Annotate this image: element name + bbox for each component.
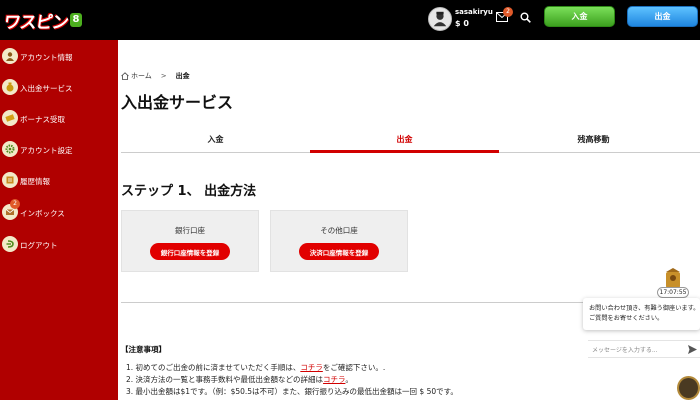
sidebar-item-account-info[interactable]: アカウント情報 [0,46,118,68]
sidebar-item-label: インボックス [20,209,65,218]
top-bar: ワスピン 8 sasakiryu $ 0 2 入金 出金 [0,0,700,40]
mail-count-badge: 2 [503,7,513,17]
chat-message-line: お問い合わせ頂き、有難う御座います。 [589,305,700,312]
chat-launcher-icon[interactable] [677,376,700,400]
avatar-icon [433,11,447,27]
other-account-card: その他口座 決済口座情報を登録 [270,210,408,272]
sidebar-item-logout[interactable]: ログアウト [0,234,118,256]
user-avatar[interactable] [428,7,452,31]
chat-input-bar [588,340,700,358]
inbox-count-badge: 2 [10,199,20,209]
logo-text: ワスピン [2,12,70,33]
sidebar-item-history[interactable]: 履歴情報 [0,170,118,192]
balance: $ 0 [455,19,469,28]
ticket-icon [2,110,18,126]
logout-icon [2,236,18,252]
sidebar-item-label: アカウント情報 [20,53,73,62]
tab-balance-transfer[interactable]: 残高移動 [499,131,688,153]
sidebar-item-label: 履歴情報 [20,177,50,186]
search-icon[interactable] [520,12,531,23]
register-payment-account-button[interactable]: 決済口座情報を登録 [299,243,379,260]
sidebar-item-label: 入出金サービス [20,84,73,93]
card-label: 銀行口座 [175,226,205,235]
tab-bar: 入金 出金 残高移動 [121,131,700,153]
chat-timestamp: 17:07:55 [657,287,689,298]
card-label: その他口座 [320,226,358,235]
chat-message-input[interactable] [592,343,682,357]
breadcrumb: ホーム > 出金 [121,71,190,81]
note-item: 1. 初めてのご出金の前に済ませていただく手順は、コチラをご確認下さい。. [126,363,386,372]
user-icon [2,48,18,64]
gear-icon [2,141,18,157]
username: sasakiryu [455,8,493,16]
tab-deposit[interactable]: 入金 [121,131,310,153]
note-item: 2. 決済方法の一覧と事務手数料や最低出金額などの詳細はコチラ。 [126,375,353,384]
breadcrumb-current: 出金 [175,72,190,80]
sidebar-item-label: アカウント設定 [20,146,73,155]
breadcrumb-separator: > [160,72,167,80]
chat-message-bubble: お問い合わせ頂き、有難う御座います。 ご質問をお寄せください。 [583,298,700,330]
register-bank-account-button[interactable]: 銀行口座情報を登録 [150,243,230,260]
breadcrumb-home-link[interactable]: ホーム [131,71,152,81]
home-icon [121,72,129,80]
note-link[interactable]: コチラ [300,363,323,372]
logo-mark: 8 [70,13,82,27]
sidebar-item-label: ログアウト [20,241,58,250]
sidebar-item-banking[interactable]: 入出金サービス [0,77,118,99]
notes-title: 【注意事項】 [121,345,166,354]
sidebar-item-bonus[interactable]: ボーナス受取 [0,108,118,130]
note-link[interactable]: コチラ [323,375,345,384]
site-logo[interactable]: ワスピン 8 [2,6,82,34]
note-item: 3. 最小出金額は$1です。（例：$50.5は不可）また、銀行振り込みの最低出金… [126,387,458,396]
bank-account-card: 銀行口座 銀行口座情報を登録 [121,210,259,272]
money-bag-icon [2,79,18,95]
page-title: 入出金サービス [121,93,234,112]
sidebar: アカウント情報 入出金サービス ボーナス受取 アカウント設定 履歴情報 2 イン… [0,40,118,400]
step-title: ステップ 1、 出金方法 [121,184,257,199]
deposit-button[interactable]: 入金 [544,6,615,27]
send-icon[interactable] [687,344,698,355]
sidebar-item-settings[interactable]: アカウント設定 [0,139,118,161]
sidebar-item-label: ボーナス受取 [20,115,65,124]
withdraw-button[interactable]: 出金 [627,6,698,27]
history-icon [2,172,18,188]
tab-withdraw[interactable]: 出金 [310,131,499,153]
chat-message-line: ご質問をお寄せください。 [589,315,664,322]
sidebar-item-inbox[interactable]: 2 インボックス [0,199,118,224]
